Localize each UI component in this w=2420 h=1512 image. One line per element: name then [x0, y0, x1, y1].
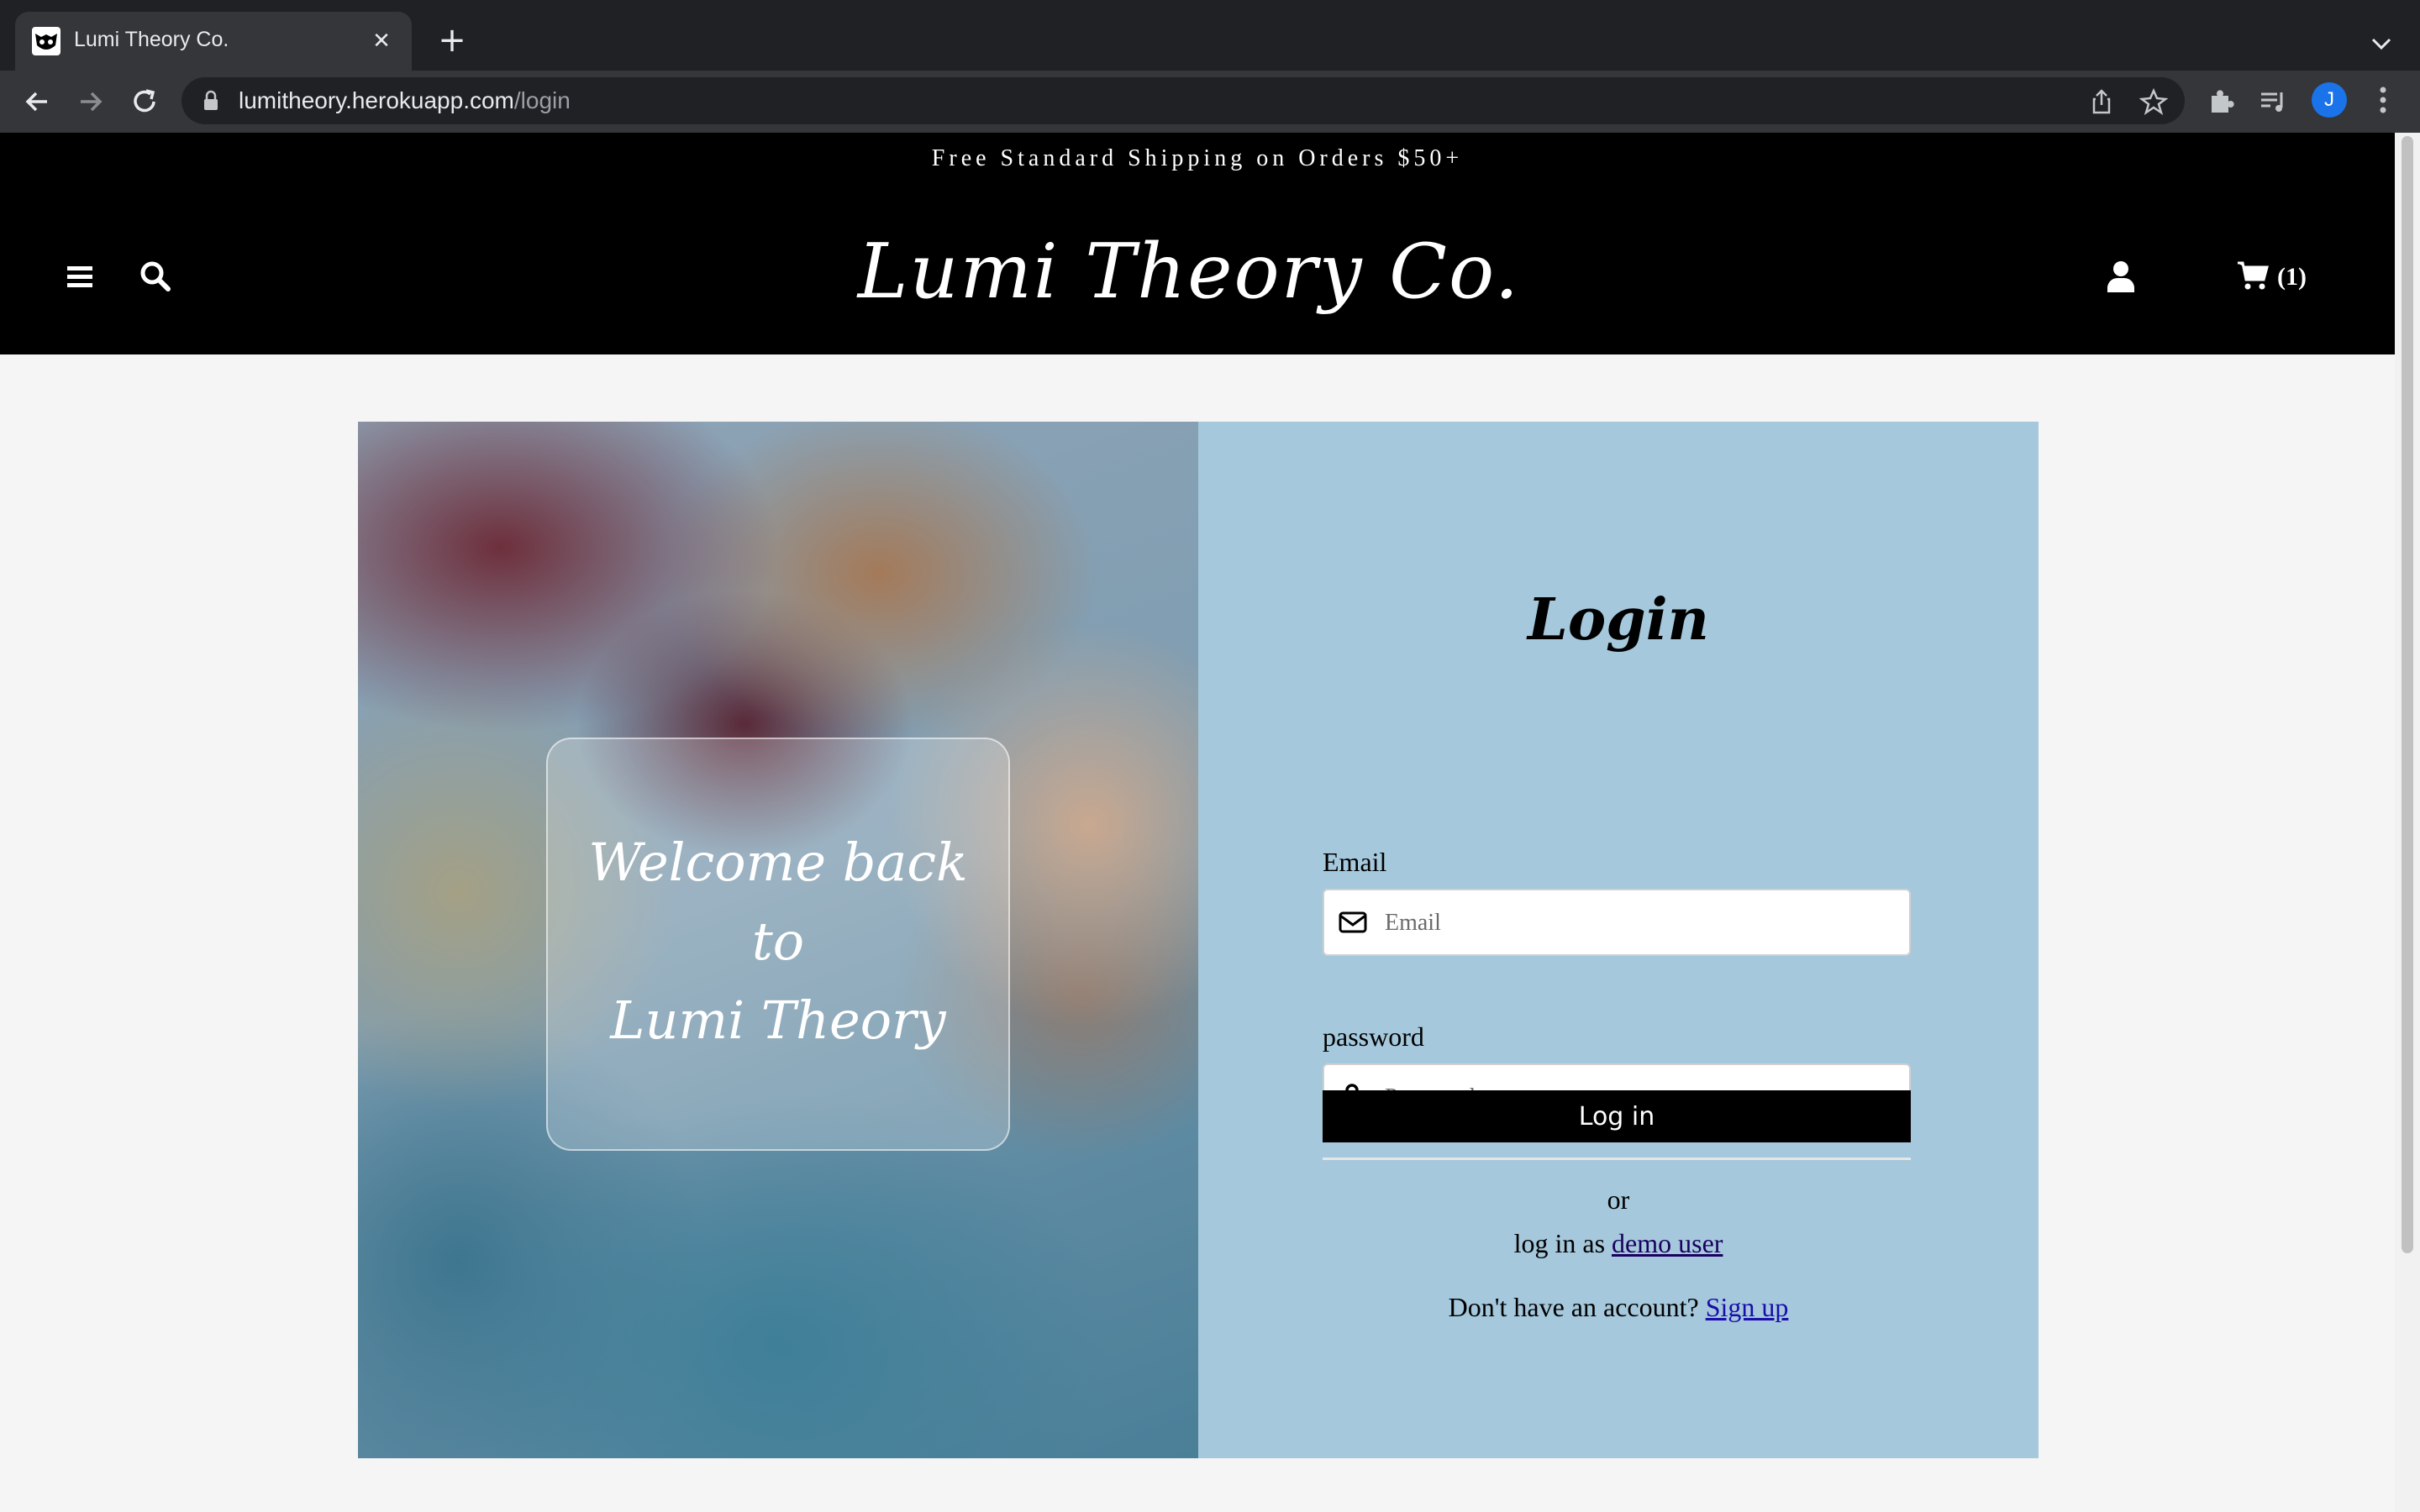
- cart-count: (1): [2277, 263, 2307, 291]
- welcome-panel: Welcome back to Lumi Theory: [546, 738, 1010, 1151]
- welcome-line-3: Lumi Theory: [610, 990, 946, 1051]
- demo-user-link[interactable]: demo user: [1612, 1228, 1723, 1258]
- tab-title: Lumi Theory Co.: [74, 28, 229, 51]
- bookmark-star-icon[interactable]: [2139, 87, 2168, 116]
- chevron-down-icon[interactable]: [2365, 27, 2398, 60]
- search-icon[interactable]: [139, 260, 171, 292]
- floral-background-image: Welcome back to Lumi Theory: [358, 422, 1198, 1458]
- address-bar[interactable]: lumitheory.herokuapp.com/login: [182, 77, 2185, 124]
- media-controls-icon[interactable]: [2257, 86, 2289, 118]
- demo-prefix: log in as: [1513, 1228, 1606, 1258]
- lock-icon: [204, 90, 218, 110]
- url-text: lumitheory.herokuapp.com/login: [239, 87, 571, 113]
- login-title: Login: [1528, 586, 1709, 654]
- user-icon[interactable]: [2106, 260, 2136, 292]
- login-button[interactable]: Log in: [1323, 1090, 1911, 1142]
- scrollbar-thumb[interactable]: [2402, 136, 2413, 1253]
- forward-icon[interactable]: [74, 85, 108, 118]
- email-field[interactable]: [1323, 889, 1911, 956]
- login-form: Login Email password Log in: [1198, 422, 2039, 1458]
- signup-row: Don't have an account? Sign up: [1198, 1292, 2039, 1323]
- password-label: password: [1323, 1021, 1424, 1052]
- or-text: or: [1607, 1184, 1630, 1215]
- brand-logo[interactable]: Lumi Theory Co.: [840, 222, 1538, 323]
- owl-icon: [32, 27, 60, 55]
- email-input[interactable]: [1383, 899, 1899, 948]
- browser-toolbar: lumitheory.herokuapp.com/login: [0, 71, 2420, 134]
- browser-tab-bar: Lumi Theory Co. ✕ +: [0, 0, 2420, 71]
- cart-icon: [2238, 261, 2269, 290]
- promo-banner: Free Standard Shipping on Orders $50+: [0, 133, 2395, 188]
- browser-menu-icon[interactable]: [2371, 85, 2395, 115]
- page-scrollbar[interactable]: [2395, 133, 2420, 1512]
- browser-tab[interactable]: Lumi Theory Co. ✕: [15, 12, 412, 71]
- site-header: Lumi Theory Co. (1): [0, 188, 2395, 354]
- share-icon[interactable]: [2087, 87, 2116, 116]
- welcome-line-2: to: [751, 911, 805, 972]
- divider: [1323, 1158, 1911, 1160]
- extensions-icon[interactable]: [2205, 86, 2237, 118]
- welcome-text: Welcome back to Lumi Theory: [548, 823, 1008, 1060]
- login-card: Welcome back to Lumi Theory Login Email …: [358, 422, 2039, 1458]
- envelope-icon: [1339, 911, 1367, 933]
- hamburger-icon[interactable]: [66, 264, 94, 289]
- new-tab-icon[interactable]: +: [434, 22, 471, 59]
- website: Free Standard Shipping on Orders $50+ Lu…: [0, 133, 2395, 1512]
- demo-login-row: log in as demo user: [1198, 1228, 2039, 1259]
- close-tab-icon[interactable]: ✕: [366, 26, 397, 56]
- signup-prefix: Don't have an account?: [1448, 1292, 1699, 1322]
- back-icon[interactable]: [20, 85, 54, 118]
- email-label: Email: [1323, 847, 1387, 877]
- welcome-line-1: Welcome back: [588, 832, 968, 893]
- signup-link[interactable]: Sign up: [1706, 1292, 1789, 1322]
- profile-avatar[interactable]: J: [2312, 82, 2347, 118]
- reload-icon[interactable]: [128, 85, 161, 118]
